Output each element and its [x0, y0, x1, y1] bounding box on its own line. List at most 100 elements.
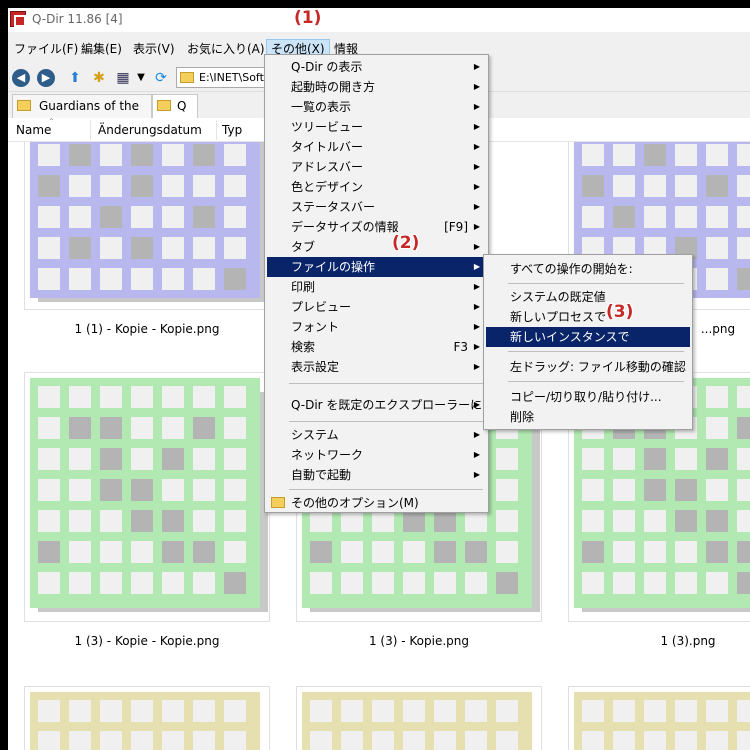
menu-item-font[interactable]: フォント ▶ [267, 317, 486, 337]
menu-item-label: システム [291, 428, 339, 442]
menu-edit[interactable]: 編集(E) [77, 39, 126, 59]
menu-item-search[interactable]: 検索 F3 ▶ [267, 337, 486, 357]
back-icon[interactable]: ◀ [12, 69, 30, 87]
menu-item-label: ツリービュー [291, 120, 364, 134]
tab-guardians[interactable]: Guardians of the ... [12, 94, 152, 135]
thumbnail-cell [38, 144, 60, 166]
thumbnail-cell [496, 700, 518, 722]
menu-item-tree-view[interactable]: ツリービュー ▶ [267, 117, 486, 137]
address-bar[interactable]: E:\INET\Soft [176, 67, 276, 88]
menu-item-label: Q-Dir の表示 [291, 60, 363, 74]
thumbnail-cell [193, 417, 215, 439]
thumbnail-cell [644, 541, 666, 563]
menu-item-print[interactable]: 印刷 ▶ [267, 277, 486, 297]
up-folder-icon[interactable]: ⬆ [66, 69, 84, 87]
thumbnail-cell [613, 572, 635, 594]
menu-item-startup[interactable]: 起動時の開き方 ▶ [267, 77, 486, 97]
chevron-down-icon[interactable]: ▼ [132, 69, 150, 87]
thumbnail-cell [162, 448, 184, 470]
menu-item-title-bar[interactable]: タイトルバー ▶ [267, 137, 486, 157]
column-modified[interactable]: Änderungsdatum [98, 123, 202, 137]
menu-item-label: 印刷 [291, 280, 316, 294]
file-name[interactable]: 1 (3) - Kopie.png [296, 634, 542, 648]
thumbnail-cell [224, 541, 246, 563]
chevron-right-icon: ▶ [473, 470, 480, 479]
menu-item-list-view[interactable]: 一覧の表示 ▶ [267, 97, 486, 117]
thumbnail-cell [675, 572, 697, 594]
submenu-item-delete[interactable]: 削除 [486, 407, 690, 427]
menu-item-address-bar[interactable]: アドレスバー ▶ [267, 157, 486, 177]
thumbnail-cell [675, 479, 697, 501]
menu-file[interactable]: ファイル(F) [10, 39, 82, 59]
file-name[interactable]: ...png [698, 322, 738, 336]
thumbnail-cell [434, 731, 456, 750]
menu-item-display-settings[interactable]: 表示設定 ▶ [267, 357, 486, 377]
thumbnail-cell [38, 417, 60, 439]
file-name[interactable]: 1 (1) - Kopie - Kopie.png [24, 322, 270, 336]
menu-item-status-bar[interactable]: ステータスバー ▶ [267, 197, 486, 217]
chevron-right-icon: ▶ [473, 242, 480, 251]
refresh-icon[interactable]: ⟳ [152, 69, 170, 87]
submenu-item-drag-confirm[interactable]: 左ドラッグ: ファイル移動の確認 [486, 357, 690, 377]
menu-item-preview[interactable]: プレビュー ▶ [267, 297, 486, 317]
menu-item-label: フォント [291, 320, 340, 334]
submenu-item-label: 新しいインスタンスで [510, 330, 630, 344]
menu-favorites[interactable]: お気に入り(A) [183, 39, 269, 59]
menu-item-data-size[interactable]: データサイズの情報 [F9] ▶ [267, 217, 486, 237]
thumbnail-cell [582, 448, 604, 470]
thumbnail-cell [131, 479, 153, 501]
menu-item-other-options[interactable]: その他のオプション(M) [267, 493, 486, 513]
submenu-item-system-default[interactable]: システムの既定値 [486, 287, 690, 307]
thumbnail-cell [193, 479, 215, 501]
menu-item-tabs[interactable]: タブ ▶ [267, 237, 486, 257]
menu-separator [289, 421, 483, 422]
thumbnail-cell [706, 731, 728, 750]
menu-item-colors[interactable]: 色とデザイン ▶ [267, 177, 486, 197]
thumbnail-cell [737, 700, 750, 722]
column-name[interactable]: Name [16, 123, 51, 137]
submenu-item-new-instance[interactable]: 新しいインスタンスで [486, 327, 690, 347]
column-type[interactable]: Typ [222, 123, 242, 137]
view-mode-icon[interactable]: ▦ [114, 69, 132, 87]
thumbnail-cell [193, 541, 215, 563]
sort-up-icon: ⌃ [48, 117, 55, 126]
column-divider[interactable] [216, 120, 217, 140]
thumbnail-cell [737, 541, 750, 563]
thumbnail-cell [69, 448, 91, 470]
menu-item-system[interactable]: システム ▶ [267, 425, 486, 445]
menu-item-default-explorer[interactable]: Q-Dir を既定のエクスプローラーに ▶ [267, 395, 486, 415]
menu-item-file-operations[interactable]: ファイルの操作 ▶ [267, 257, 486, 277]
thumbnail-cell [100, 206, 122, 228]
thumbnail-cell [706, 448, 728, 470]
column-divider[interactable] [90, 120, 91, 140]
menu-view[interactable]: 表示(V) [129, 39, 179, 59]
thumbnail-cell [737, 206, 750, 228]
thumbnail-cell [341, 731, 363, 750]
submenu-item-start-all[interactable]: すべての操作の開始を: [486, 259, 690, 279]
thumbnail-cell [193, 237, 215, 259]
file-name[interactable]: 1 (3) - Kopie - Kopie.png [24, 634, 270, 648]
menu-separator [289, 489, 483, 490]
thumbnail-cell [706, 700, 728, 722]
thumbnail-cell [131, 144, 153, 166]
forward-icon[interactable]: ▶ [37, 69, 55, 87]
menu-separator [289, 383, 483, 384]
file-name[interactable]: 1 (3).png [638, 634, 738, 648]
submenu-item-new-process[interactable]: 新しいプロセスで [486, 307, 690, 327]
thumbnail-cell [69, 510, 91, 532]
thumbnail-cell [162, 510, 184, 532]
thumbnail-cell [496, 731, 518, 750]
thumbnail-cell [100, 479, 122, 501]
menu-item-network[interactable]: ネットワーク ▶ [267, 445, 486, 465]
callout-3: (3) [606, 302, 634, 322]
submenu-item-copy-cut-paste[interactable]: コピー/切り取り/貼り付け... [486, 387, 690, 407]
new-folder-icon[interactable]: ✱ [90, 69, 108, 87]
thumbnail-cell [582, 572, 604, 594]
tab-q[interactable]: Q [152, 94, 198, 118]
chevron-right-icon: ▶ [473, 102, 480, 111]
menu-item-autostart[interactable]: 自動で起動 ▶ [267, 465, 486, 485]
app-icon[interactable] [10, 11, 26, 27]
menu-item-qdir-display[interactable]: Q-Dir の表示 ▶ [267, 57, 486, 77]
thumbnail-cell [613, 700, 635, 722]
thumbnail-cell [403, 541, 425, 563]
